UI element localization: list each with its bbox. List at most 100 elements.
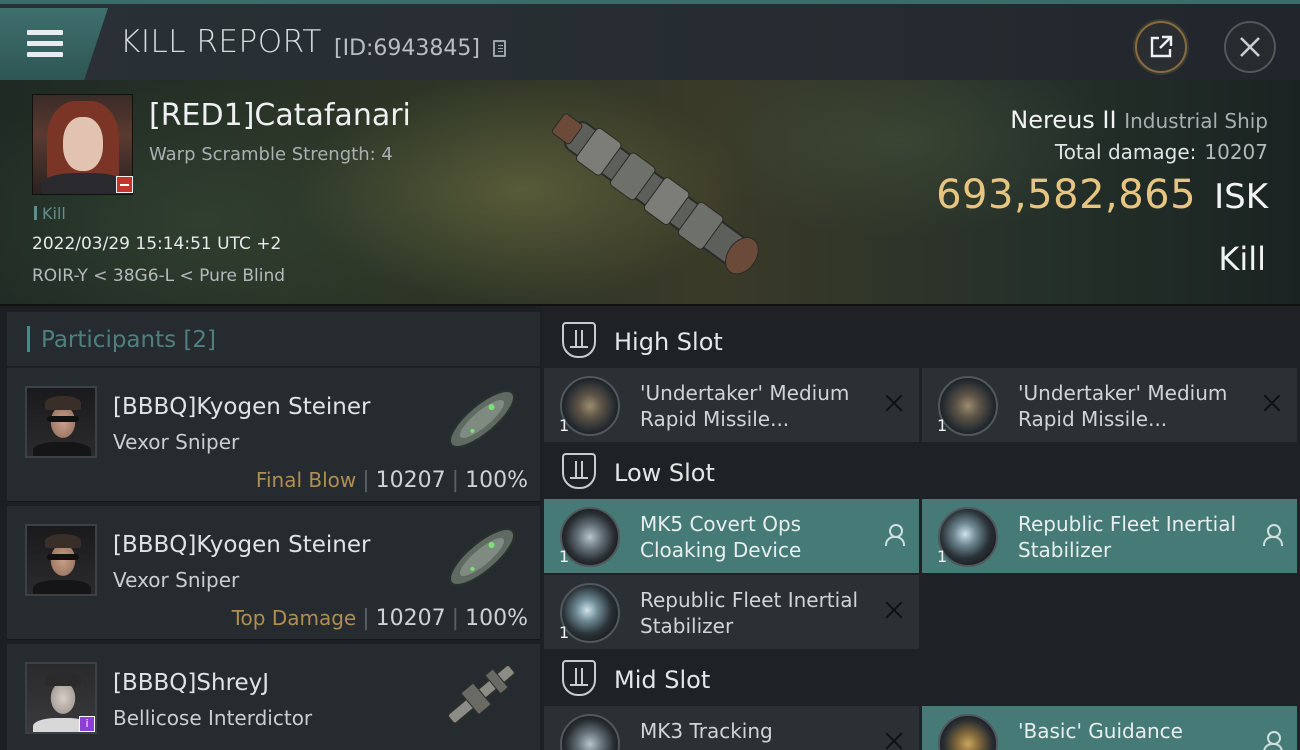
stat-separator: |	[362, 606, 370, 631]
hamburger-menu-icon-bar	[27, 41, 63, 46]
participant-ship-image	[449, 528, 515, 586]
participant-percent: 100%	[465, 468, 528, 493]
destroyed-x-icon	[883, 599, 905, 621]
portrait-face	[63, 117, 103, 171]
destroyed-x-icon	[1261, 392, 1283, 414]
hostile-standing-icon	[116, 176, 133, 193]
victim-ship-render[interactable]	[530, 90, 790, 300]
final-blow-tag: Final Blow	[255, 468, 357, 492]
copy-icon[interactable]	[493, 40, 506, 57]
isk-unit: ISK	[1214, 177, 1268, 217]
avatar-glasses	[47, 554, 79, 560]
participant-row[interactable]: i [BBBQ]ShreyJ Bellicose Interdictor	[7, 644, 540, 750]
total-damage: Total damage: 10207	[1055, 140, 1268, 164]
module-name: MK5 Covert Ops Cloaking Device	[640, 512, 802, 562]
slot-icon-base	[570, 684, 588, 686]
stat-separator: |	[451, 606, 460, 631]
participant-ship: Vexor Sniper	[113, 430, 240, 454]
module-quantity: 1	[937, 416, 948, 435]
mid-slot-header: Mid Slot	[542, 648, 1300, 708]
avatar-hair	[45, 396, 81, 410]
module-quantity: 1	[937, 547, 948, 566]
share-button[interactable]	[1135, 21, 1187, 73]
module-name: Republic Fleet Inertial Stabilizer	[1018, 512, 1237, 562]
victim-name[interactable]: [RED1]Catafanari	[149, 98, 411, 133]
module-card[interactable]: 1 'Undertaker' Medium Rapid Missile...	[544, 368, 919, 442]
module-name: MK3 Tracking	[640, 719, 773, 743]
avatar-suit	[33, 580, 91, 594]
close-button[interactable]	[1224, 21, 1276, 73]
hamburger-menu-icon-bar	[27, 52, 63, 57]
high-slot-icon	[562, 322, 596, 358]
participant-ship-image	[449, 390, 515, 448]
mid-slot-icon	[562, 660, 596, 696]
ship-name[interactable]: Nereus II	[1010, 106, 1116, 134]
dropped-person-icon	[1261, 523, 1283, 546]
module-card[interactable]: 1 MK5 Covert Ops Cloaking Device	[544, 499, 919, 573]
kill-location[interactable]: ROIR-Y < 38G6-L < Pure Blind	[32, 266, 285, 286]
participant-avatar[interactable]	[25, 524, 97, 596]
module-quantity: 1	[559, 623, 570, 642]
participants-panel: Participants [2] [BBBQ]Kyogen Steiner Ve…	[0, 306, 542, 750]
participant-name[interactable]: [BBBQ]ShreyJ	[113, 670, 269, 696]
isk-value: 693,582,865	[936, 172, 1197, 218]
avatar-suit	[33, 442, 91, 456]
module-name: 'Basic' Guidance	[1018, 719, 1183, 743]
module-card[interactable]: 'Basic' Guidance	[922, 706, 1297, 750]
module-quantity: 1	[559, 416, 570, 435]
report-id: [ID:6943845]	[334, 36, 480, 61]
share-external-icon	[1150, 35, 1173, 58]
menu-button[interactable]	[0, 8, 108, 80]
hamburger-menu-icon	[27, 30, 63, 35]
participant-avatar[interactable]	[25, 386, 97, 458]
module-card[interactable]: 1 Republic Fleet Inertial Stabilizer	[922, 499, 1297, 573]
avatar-hair	[45, 534, 81, 548]
participant-stats: Top Damage | 10207 | 100%	[232, 606, 528, 631]
section-accent	[27, 326, 30, 352]
fitting-panel: High Slot 1 'Undertaker' Medium Rapid Mi…	[542, 306, 1300, 750]
title-bar: KILL REPORT [ID:6943845]	[0, 0, 1300, 80]
participant-percent: 100%	[465, 606, 528, 631]
module-quantity: 1	[559, 547, 570, 566]
module-card[interactable]: MK3 Tracking	[544, 706, 919, 750]
stat-separator: |	[362, 468, 370, 493]
portrait-shoulders	[41, 173, 127, 194]
slot-icon-base	[570, 477, 588, 479]
slot-title: Mid Slot	[614, 666, 711, 694]
kill-datetime: 2022/03/29 15:14:51 UTC +2	[32, 234, 282, 254]
participant-row[interactable]: [BBBQ]Kyogen Steiner Vexor Sniper Final …	[7, 368, 540, 502]
total-damage-value: 10207	[1204, 140, 1268, 164]
participant-name[interactable]: [BBBQ]Kyogen Steiner	[113, 394, 370, 420]
participant-avatar[interactable]: i	[25, 662, 97, 734]
participant-ship: Vexor Sniper	[113, 568, 240, 592]
module-card[interactable]: 1 'Undertaker' Medium Rapid Missile...	[922, 368, 1297, 442]
stat-separator: |	[451, 468, 460, 493]
isk-value-line: 693,582,865 ISK	[936, 172, 1268, 218]
participant-damage: 10207	[375, 468, 446, 493]
participant-row[interactable]: [BBBQ]Kyogen Steiner Vexor Sniper Top Da…	[7, 506, 540, 640]
slot-title: High Slot	[614, 328, 723, 356]
participants-header: Participants [2]	[7, 312, 540, 366]
dropped-person-icon	[883, 523, 905, 546]
slot-icon-base	[570, 346, 588, 348]
top-damage-tag: Top Damage	[231, 606, 357, 630]
victim-ship-line: Nereus II Industrial Ship	[1010, 106, 1268, 134]
result-label: Kill	[1218, 240, 1266, 278]
participant-stats: Final Blow | 10207 | 100%	[256, 468, 528, 493]
guidance-computer-icon	[938, 714, 998, 750]
module-card[interactable]: 1 Republic Fleet Inertial Stabilizer	[544, 575, 919, 649]
participant-name[interactable]: [BBBQ]Kyogen Steiner	[113, 532, 370, 558]
destroyed-x-icon	[883, 730, 905, 750]
page-title: KILL REPORT	[120, 24, 322, 60]
destroyed-x-icon	[883, 392, 905, 414]
kill-type-tag: Kill	[34, 204, 66, 223]
tracking-computer-icon	[560, 714, 620, 750]
participant-ship-image	[447, 664, 516, 725]
high-slot-header: High Slot	[542, 310, 1300, 370]
participants-title: Participants [2]	[41, 327, 216, 353]
close-icon	[1240, 37, 1260, 57]
module-name: 'Undertaker' Medium Rapid Missile...	[1018, 381, 1228, 431]
module-name: Republic Fleet Inertial Stabilizer	[640, 588, 859, 638]
participant-damage: 10207	[375, 606, 446, 631]
dropped-person-icon	[1261, 730, 1283, 750]
